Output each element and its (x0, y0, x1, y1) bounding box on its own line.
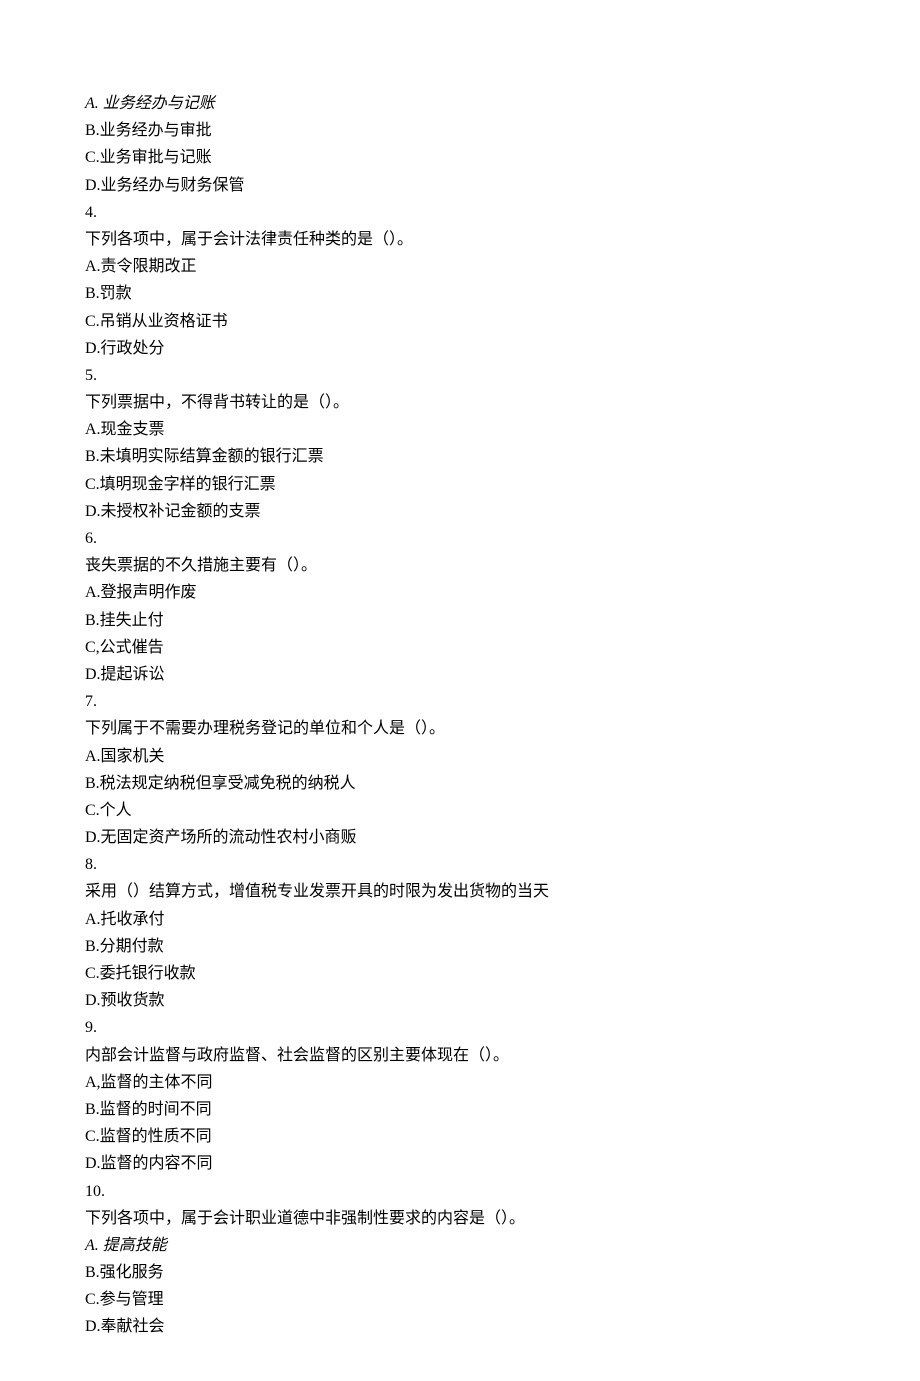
q9-option-b: B.监督的时间不同 (85, 1096, 835, 1123)
q5-option-d: D.未授权补记金额的支票 (85, 498, 835, 525)
q7-option-c: C.个人 (85, 797, 835, 824)
q5-option-a: A.现金支票 (85, 416, 835, 443)
q3-option-a: A. 业务经办与记账 (85, 90, 835, 117)
q7-option-a: A.国家机关 (85, 743, 835, 770)
q7-stem: 下列属于不需要办理税务登记的单位和个人是（）。 (85, 715, 835, 742)
q4-stem: 下列各项中，属于会计法律责任种类的是（）。 (85, 226, 835, 253)
q8-option-a: A.托收承付 (85, 906, 835, 933)
q4-option-c: C.吊销从业资格证书 (85, 308, 835, 335)
q5-stem: 下列票据中，不得背书转让的是（）。 (85, 389, 835, 416)
q10-stem: 下列各项中，属于会计职业道德中非强制性要求的内容是（）。 (85, 1205, 835, 1232)
q6-option-c: C,公式催告 (85, 634, 835, 661)
q8-option-c: C.委托银行收款 (85, 960, 835, 987)
q6-stem: 丧失票据的不久措施主要有（）。 (85, 552, 835, 579)
q3-option-c: C.业务审批与记账 (85, 144, 835, 171)
q3-option-b: B.业务经办与审批 (85, 117, 835, 144)
q4-number: 4. (85, 199, 835, 226)
q5-number: 5. (85, 362, 835, 389)
q9-option-c: C.监督的性质不同 (85, 1123, 835, 1150)
q6-option-a: A.登报声明作废 (85, 579, 835, 606)
q9-stem: 内部会计监督与政府监督、社会监督的区别主要体现在（）。 (85, 1042, 835, 1069)
q6-option-b: B.挂失止付 (85, 607, 835, 634)
q10-number: 10. (85, 1178, 835, 1205)
q9-option-d: D.监督的内容不同 (85, 1150, 835, 1177)
q4-option-d: D.行政处分 (85, 335, 835, 362)
q10-option-d: D.奉献社会 (85, 1313, 835, 1340)
q4-option-b: B.罚款 (85, 280, 835, 307)
q10-option-b: B.强化服务 (85, 1259, 835, 1286)
q7-number: 7. (85, 688, 835, 715)
q4-option-a: A.责令限期改正 (85, 253, 835, 280)
q8-stem: 采用（）结算方式，增值税专业发票开具的时限为发出货物的当天 (85, 878, 835, 905)
q7-option-b: B.税法规定纳税但享受减免税的纳税人 (85, 770, 835, 797)
q8-option-b: B.分期付款 (85, 933, 835, 960)
q9-option-a: A,监督的主体不同 (85, 1069, 835, 1096)
q10-option-c: C.参与管理 (85, 1286, 835, 1313)
q5-option-b: B.未填明实际结算金额的银行汇票 (85, 443, 835, 470)
q3-option-d: D.业务经办与财务保管 (85, 172, 835, 199)
q10-option-a: A. 提高技能 (85, 1232, 835, 1259)
q8-option-d: D.预收货款 (85, 987, 835, 1014)
q5-option-c: C.填明现金字样的银行汇票 (85, 471, 835, 498)
q6-option-d: D.提起诉讼 (85, 661, 835, 688)
q9-number: 9. (85, 1014, 835, 1041)
q6-number: 6. (85, 525, 835, 552)
q7-option-d: D.无固定资产场所的流动性农村小商贩 (85, 824, 835, 851)
q8-number: 8. (85, 851, 835, 878)
